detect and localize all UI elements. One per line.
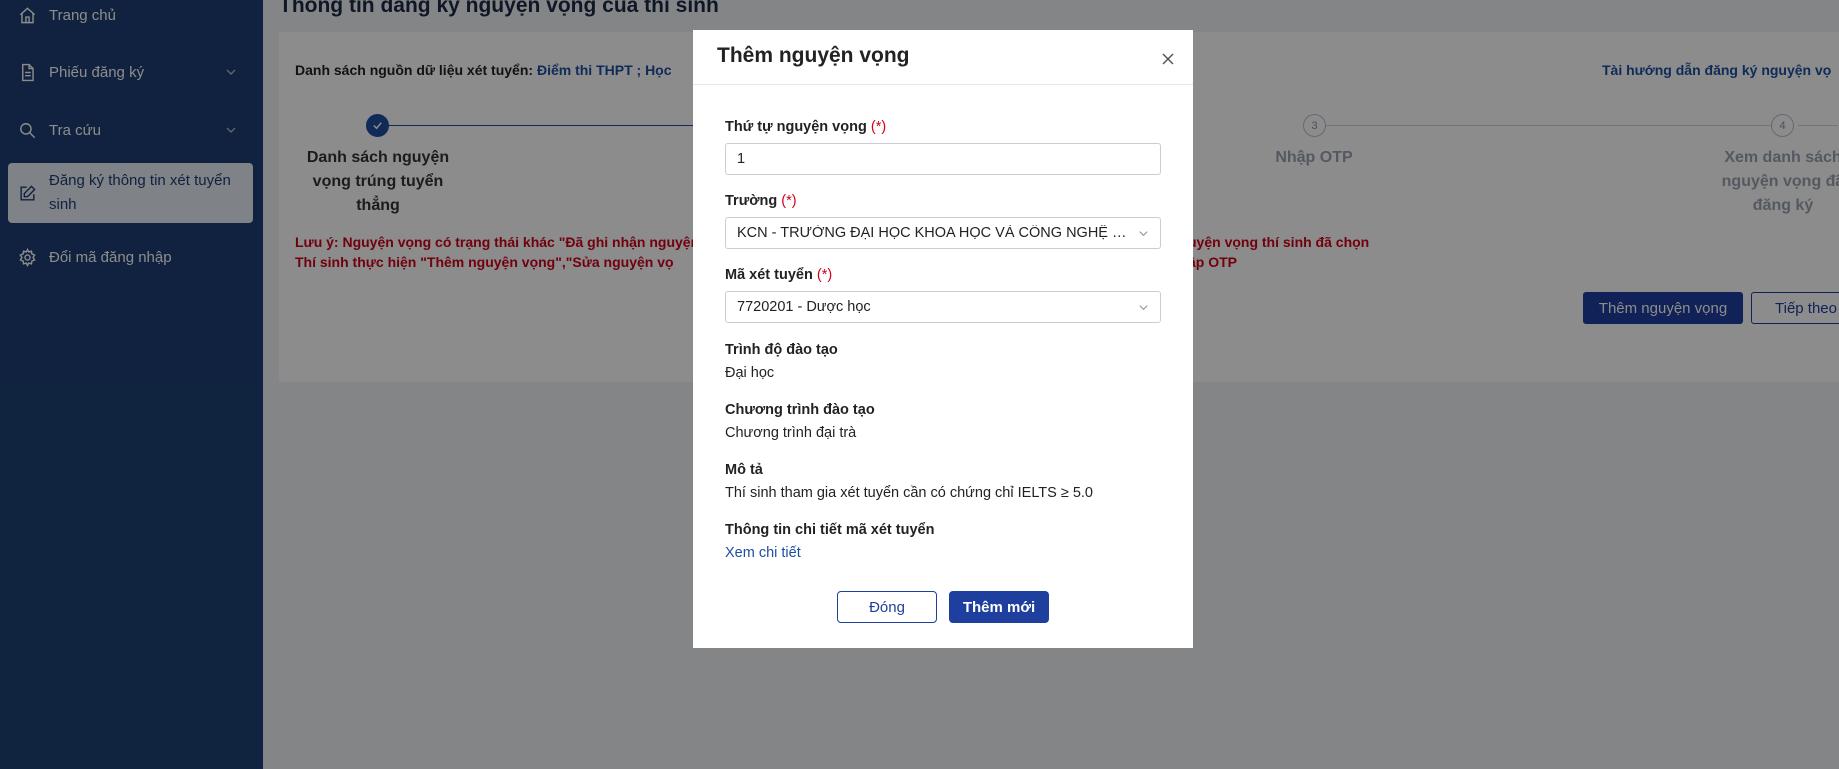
order-label: Thứ tự nguyện vọng (*): [725, 119, 887, 135]
description-value: Thí sinh tham gia xét tuyển cần có chứng…: [725, 485, 1094, 501]
add-new-button[interactable]: Thêm mới: [949, 591, 1049, 623]
description-label: Mô tả: [725, 462, 763, 478]
modal-header: Thêm nguyện vọng: [693, 30, 1193, 85]
training-program-value: Chương trình đại trà: [725, 425, 857, 441]
admission-code-select[interactable]: 7720201 - Dược học: [725, 291, 1161, 323]
code-detail-label: Thông tin chi tiết mã xét tuyển: [725, 522, 935, 538]
close-button[interactable]: Đóng: [837, 591, 937, 623]
training-program-label: Chương trình đào tạo: [725, 402, 875, 418]
close-icon[interactable]: [1159, 50, 1177, 68]
modal-title: Thêm nguyện vọng: [717, 44, 910, 67]
training-level-label: Trình độ đào tạo: [725, 342, 838, 358]
school-select[interactable]: KCN - TRƯỜNG ĐẠI HỌC KHOA HỌC VÀ CÔNG NG…: [725, 217, 1161, 249]
chevron-down-icon: [1139, 305, 1148, 311]
order-input[interactable]: 1: [725, 143, 1161, 175]
add-wish-modal: Thêm nguyện vọng Thứ tự nguyện vọng (*) …: [693, 30, 1193, 648]
view-detail-link[interactable]: Xem chi tiết: [725, 545, 801, 561]
chevron-down-icon: [1139, 231, 1148, 237]
school-label: Trường (*): [725, 193, 797, 209]
training-level-value: Đại học: [725, 365, 775, 381]
admission-code-label: Mã xét tuyển (*): [725, 267, 833, 283]
